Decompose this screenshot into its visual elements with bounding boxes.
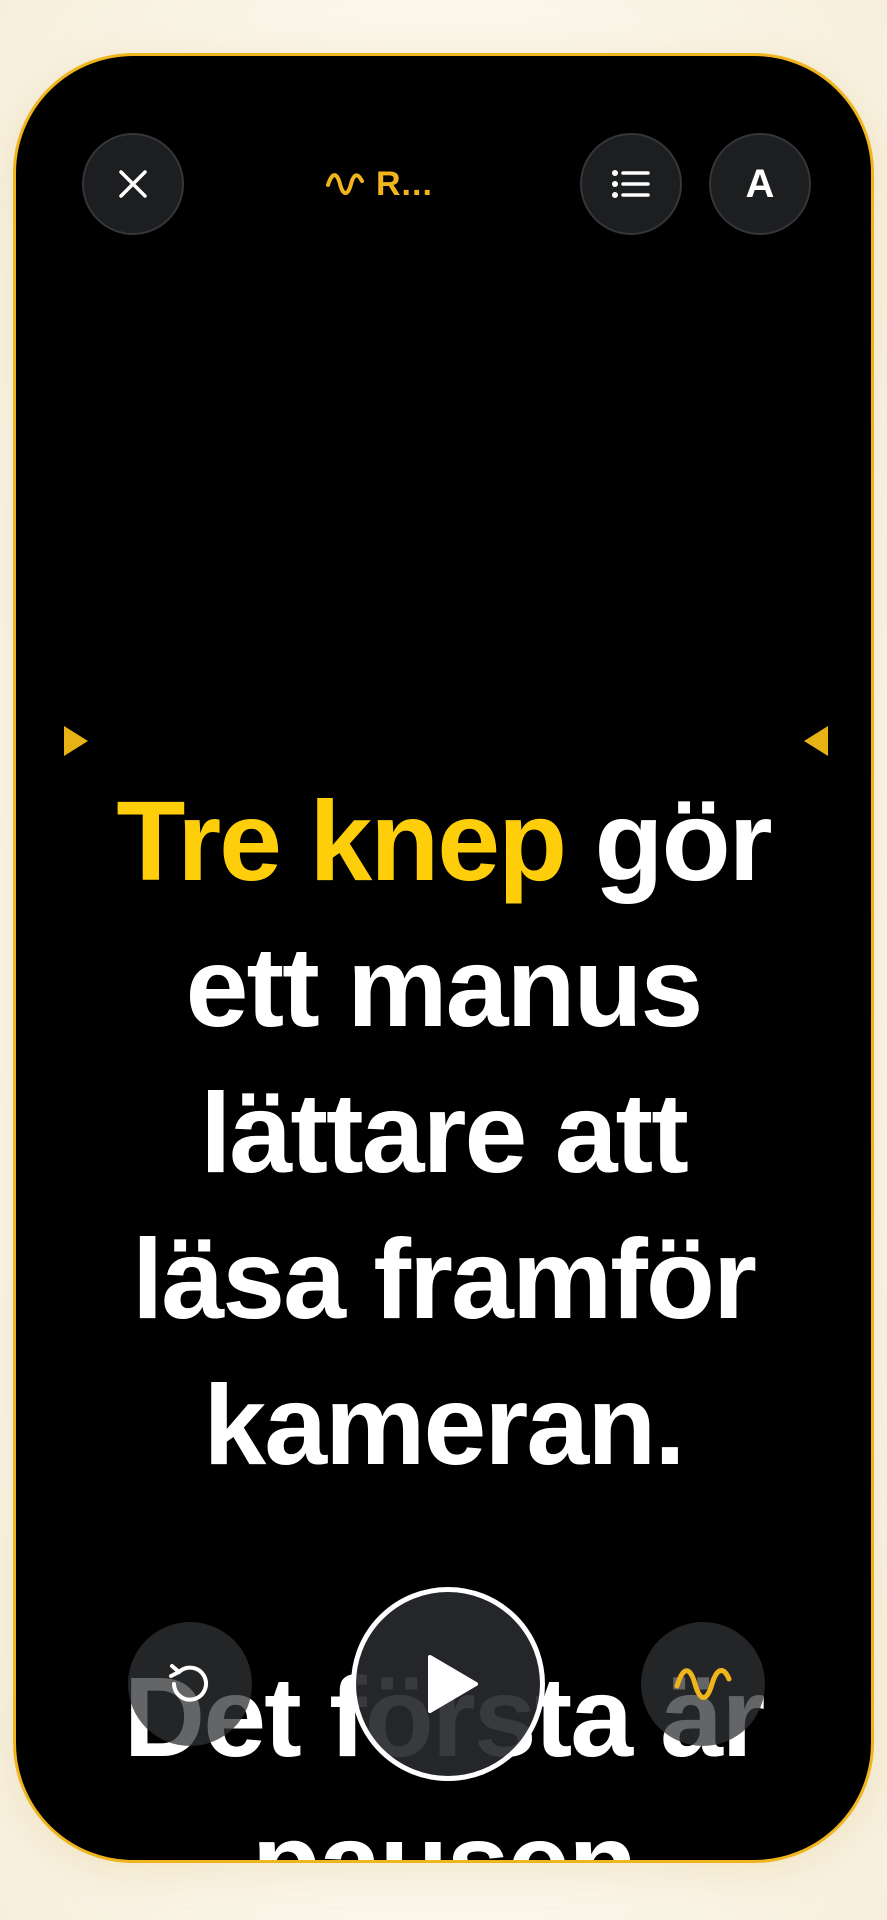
restart-button[interactable] — [128, 1622, 252, 1746]
script-line: lättare att — [200, 1070, 689, 1196]
play-button[interactable] — [351, 1587, 545, 1781]
script-line: Tre knep gör — [76, 768, 811, 914]
script-list-button[interactable] — [580, 133, 682, 235]
close-button[interactable] — [82, 133, 184, 235]
waveform-icon — [674, 1668, 732, 1700]
restart-icon — [169, 1664, 208, 1702]
list-icon — [612, 170, 650, 198]
font-settings-button[interactable]: A — [709, 133, 811, 235]
script-line: ett manus — [185, 924, 704, 1050]
reading-line-marker-left — [64, 726, 88, 756]
teleprompter-screen: R... A Tre knep gör ett manus lättare at… — [13, 53, 874, 1863]
script-line: kameran. — [203, 1362, 685, 1488]
close-icon — [119, 170, 147, 198]
waveform-icon — [326, 173, 364, 195]
script-title[interactable]: R... — [326, 156, 433, 212]
reading-line-marker-right — [804, 726, 828, 756]
voice-tracking-button[interactable] — [641, 1622, 765, 1746]
script-line: pausen — [251, 1800, 638, 1863]
play-icon — [428, 1655, 478, 1713]
title-text: R... — [376, 164, 433, 203]
font-button-label: A — [745, 161, 775, 206]
script-word: gör — [565, 778, 773, 904]
current-phrase: Tre knep — [116, 778, 567, 904]
script-line: läsa framför — [132, 1216, 757, 1342]
